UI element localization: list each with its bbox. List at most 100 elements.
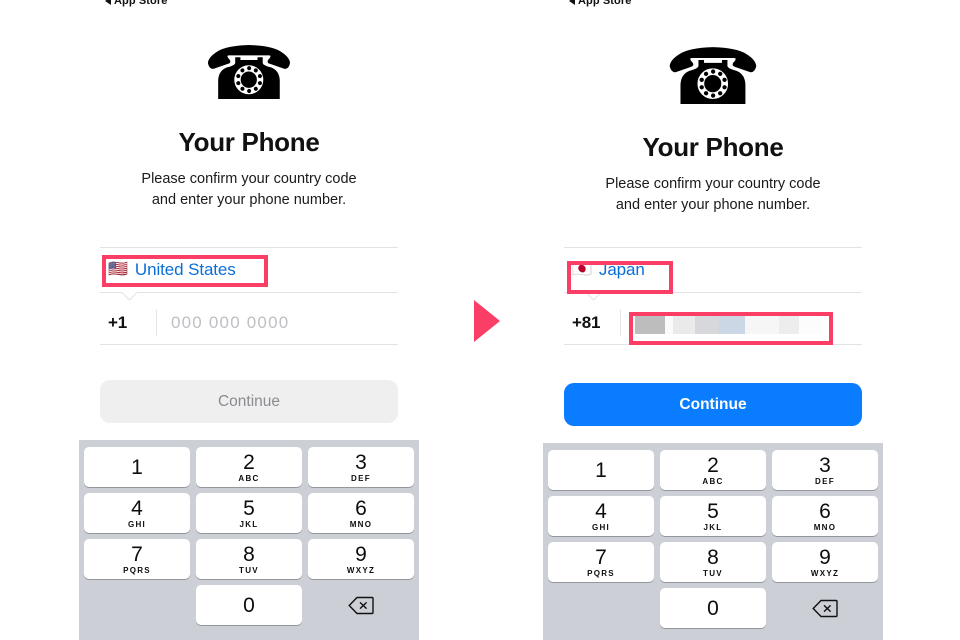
- hero-block: ☎ Your Phone Please confirm your country…: [543, 38, 883, 216]
- key-3[interactable]: 3 DEF: [308, 447, 414, 487]
- key-letters: GHI: [127, 519, 147, 529]
- key-9[interactable]: 9 WXYZ: [308, 539, 414, 579]
- divider-middle: [100, 292, 398, 293]
- key-2[interactable]: 2 ABC: [660, 450, 766, 490]
- chevron-down-icon: [120, 292, 142, 301]
- key-digit: 5: [243, 496, 255, 520]
- subtitle-line-2: and enter your phone number.: [615, 197, 811, 214]
- divider-with-notch: [100, 292, 398, 302]
- key-digit: 0: [707, 596, 719, 620]
- key-2[interactable]: 2 ABC: [196, 447, 302, 487]
- key-digit: 1: [131, 455, 143, 479]
- continue-button[interactable]: Continue: [100, 380, 398, 423]
- key-digit: 7: [595, 545, 607, 569]
- key-digit: 8: [243, 542, 255, 566]
- key-letters: MNO: [813, 522, 837, 532]
- key-letters: JKL: [703, 522, 723, 532]
- telephone-emoji: ☎: [202, 32, 296, 115]
- key-backspace[interactable]: [772, 588, 878, 628]
- key-letters: PQRS: [587, 568, 615, 578]
- key-9[interactable]: 9 WXYZ: [772, 542, 878, 582]
- back-label: App Store: [578, 0, 632, 7]
- key-digit: 4: [595, 499, 607, 523]
- key-digit: 6: [355, 496, 367, 520]
- numeric-keypad: 1 2 ABC 3 DEF 4 GHI 5 JKL 6 MNO 7 PQRS 8 TUV 9W…: [543, 443, 883, 640]
- key-blank: [548, 588, 654, 628]
- phone-screen-before: App Store ☎ Your Phone Please confirm yo…: [79, 0, 419, 640]
- key-letters: JKL: [239, 519, 259, 529]
- key-6[interactable]: 6 MNO: [308, 493, 414, 533]
- key-digit: 2: [243, 450, 255, 474]
- key-digit: 8: [707, 545, 719, 569]
- key-letters: PQRS: [123, 565, 151, 575]
- back-caret-icon: [105, 0, 111, 5]
- key-digit: 6: [819, 499, 831, 523]
- key-6[interactable]: 6 MNO: [772, 496, 878, 536]
- highlight-box-country-before: [102, 255, 268, 287]
- key-7[interactable]: 7 PQRS: [548, 542, 654, 582]
- key-letters: TUV: [239, 565, 259, 575]
- key-letters: GHI: [591, 522, 611, 532]
- back-to-app-store-button[interactable]: App Store: [569, 0, 631, 7]
- key-letters: WXYZ: [810, 568, 840, 578]
- subtitle-line-1: Please confirm your country code: [141, 171, 357, 187]
- keypad-row: 0: [548, 588, 878, 628]
- keypad-row: 7 PQRS 8 TUV 9 WXYZ: [548, 542, 878, 582]
- phone-number-row[interactable]: +1 000 000 0000: [100, 302, 398, 344]
- page-title: Your Phone: [642, 132, 784, 162]
- key-digit: 4: [131, 496, 143, 520]
- telephone-emoji: ☎: [664, 33, 762, 121]
- keypad-row: 1 2 ABC 3 DEF: [548, 450, 878, 490]
- key-digit: 3: [355, 450, 367, 474]
- key-digit: 9: [819, 545, 831, 569]
- key-3[interactable]: 3 DEF: [772, 450, 878, 490]
- numeric-keypad: 1 2 ABC 3 DEF 4 GHI 5 JKL 6 MNO 7 PQRS 8 TUV 9W…: [79, 440, 419, 640]
- dial-code-label: +81: [572, 313, 601, 332]
- keypad-row: 4 GHI 5 JKL 6 MNO: [84, 493, 414, 533]
- key-letters: DEF: [815, 476, 835, 486]
- key-letters: ABC: [238, 473, 260, 483]
- back-label: App Store: [114, 0, 168, 7]
- key-digit: 9: [355, 542, 367, 566]
- key-blank: [84, 585, 190, 625]
- keypad-row: 7 PQRS 8 TUV 9 WXYZ: [84, 539, 414, 579]
- key-digit: 1: [595, 458, 607, 482]
- continue-button[interactable]: Continue: [564, 383, 862, 426]
- key-1[interactable]: 1: [548, 450, 654, 490]
- divider-bottom: [100, 344, 398, 345]
- key-letters: TUV: [703, 568, 723, 578]
- back-caret-icon: [569, 0, 575, 5]
- key-8[interactable]: 8 TUV: [196, 539, 302, 579]
- key-4[interactable]: 4 GHI: [84, 493, 190, 533]
- page-subtitle: Please confirm your country code and ent…: [543, 174, 883, 216]
- key-0[interactable]: 0: [660, 588, 766, 628]
- key-1[interactable]: 1: [84, 447, 190, 487]
- key-letters: DEF: [351, 473, 371, 483]
- key-5[interactable]: 5 JKL: [196, 493, 302, 533]
- comparison-figure: App Store ☎ Your Phone Please confirm yo…: [0, 0, 960, 640]
- key-8[interactable]: 8 TUV: [660, 542, 766, 582]
- dial-code-label: +1: [108, 313, 127, 332]
- key-digit: 2: [707, 453, 719, 477]
- right-arrow-icon: [474, 300, 500, 342]
- highlight-box-country-after: [567, 261, 673, 294]
- keypad-row: 4 GHI 5 JKL 6 MNO: [548, 496, 878, 536]
- keypad-row: 1 2 ABC 3 DEF: [84, 447, 414, 487]
- key-7[interactable]: 7 PQRS: [84, 539, 190, 579]
- backspace-icon: [812, 599, 838, 617]
- backspace-icon: [348, 596, 374, 614]
- key-letters: ABC: [702, 476, 724, 486]
- back-to-app-store-button[interactable]: App Store: [105, 0, 167, 7]
- key-0[interactable]: 0: [196, 585, 302, 625]
- key-digit: 3: [819, 453, 831, 477]
- keypad-row: 0: [84, 585, 414, 625]
- page-title: Your Phone: [178, 127, 320, 157]
- key-5[interactable]: 5 JKL: [660, 496, 766, 536]
- key-letters: WXYZ: [346, 565, 376, 575]
- key-backspace[interactable]: [308, 585, 414, 625]
- key-digit: 7: [131, 542, 143, 566]
- field-divider: [156, 310, 157, 336]
- field-divider: [620, 310, 621, 336]
- phone-number-input[interactable]: 000 000 0000: [171, 313, 289, 333]
- key-4[interactable]: 4 GHI: [548, 496, 654, 536]
